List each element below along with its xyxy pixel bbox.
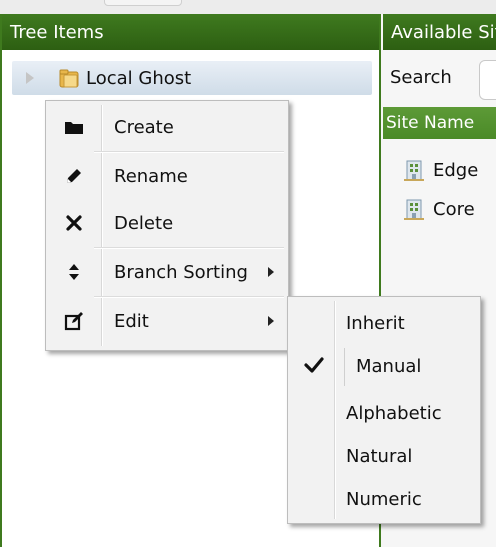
menu-item-label: Edit — [114, 311, 149, 332]
available-sites-header: Available Sites — [383, 14, 496, 50]
menu-item-label: Branch Sorting — [114, 262, 248, 283]
pencil-icon — [67, 169, 81, 183]
submenu-arrow-icon — [268, 316, 274, 326]
branch-sorting-submenu: Inherit Manual Alphabetic Natural Numeri… — [287, 296, 481, 524]
building-icon — [404, 160, 424, 181]
menu-item-label: Inherit — [346, 313, 405, 334]
menu-separator — [94, 151, 284, 152]
checkmark-icon — [304, 357, 324, 373]
site-name: Edge — [433, 159, 479, 181]
search-label: Search — [390, 67, 452, 88]
site-row-core[interactable]: Core — [403, 194, 475, 224]
folder-icon — [59, 69, 79, 88]
menu-item-label: Create — [114, 117, 174, 138]
menu-item-delete[interactable]: Delete — [46, 201, 288, 245]
menu-item-natural[interactable]: Natural — [288, 434, 480, 478]
site-name-column-header[interactable]: Site Name — [383, 107, 496, 139]
site-name: Core — [433, 198, 475, 220]
search-input[interactable] — [479, 60, 496, 100]
building-icon — [404, 199, 424, 220]
menu-item-label: Natural — [346, 446, 413, 467]
menu-separator — [94, 296, 284, 297]
menu-item-inherit[interactable]: Inherit — [288, 301, 480, 345]
menu-item-label: Delete — [114, 213, 174, 234]
top-tab[interactable] — [104, 0, 182, 6]
menu-item-label: Rename — [114, 166, 188, 187]
submenu-arrow-icon — [268, 267, 274, 277]
menu-item-rename[interactable]: Rename — [46, 154, 288, 198]
menu-item-branch-sorting[interactable]: Branch Sorting — [46, 250, 288, 294]
menu-item-label: Alphabetic — [346, 403, 442, 424]
menu-item-label: Numeric — [346, 489, 422, 510]
menu-item-numeric[interactable]: Numeric — [288, 477, 480, 521]
menu-item-manual[interactable]: Manual — [288, 344, 480, 388]
sort-icon — [69, 264, 79, 280]
folder-icon — [65, 122, 83, 134]
edit-icon — [64, 312, 83, 331]
selection-divider — [344, 348, 345, 386]
tree-item-local-ghost[interactable]: Local Ghost — [12, 61, 372, 95]
menu-item-create[interactable]: Create — [46, 105, 288, 149]
menu-item-edit[interactable]: Edit — [46, 299, 288, 343]
site-row-edge[interactable]: Edge — [403, 155, 478, 185]
expand-arrow-icon[interactable] — [26, 72, 34, 84]
menu-separator — [94, 247, 284, 248]
tree-item-label: Local Ghost — [86, 68, 192, 89]
top-strip — [0, 0, 496, 14]
menu-item-label: Manual — [356, 356, 422, 377]
context-menu: Create Rename Delete Branch Sorting Edit — [45, 100, 289, 351]
menu-item-alphabetic[interactable]: Alphabetic — [288, 391, 480, 435]
close-icon — [66, 215, 82, 231]
tree-items-header: Tree Items — [2, 14, 379, 50]
